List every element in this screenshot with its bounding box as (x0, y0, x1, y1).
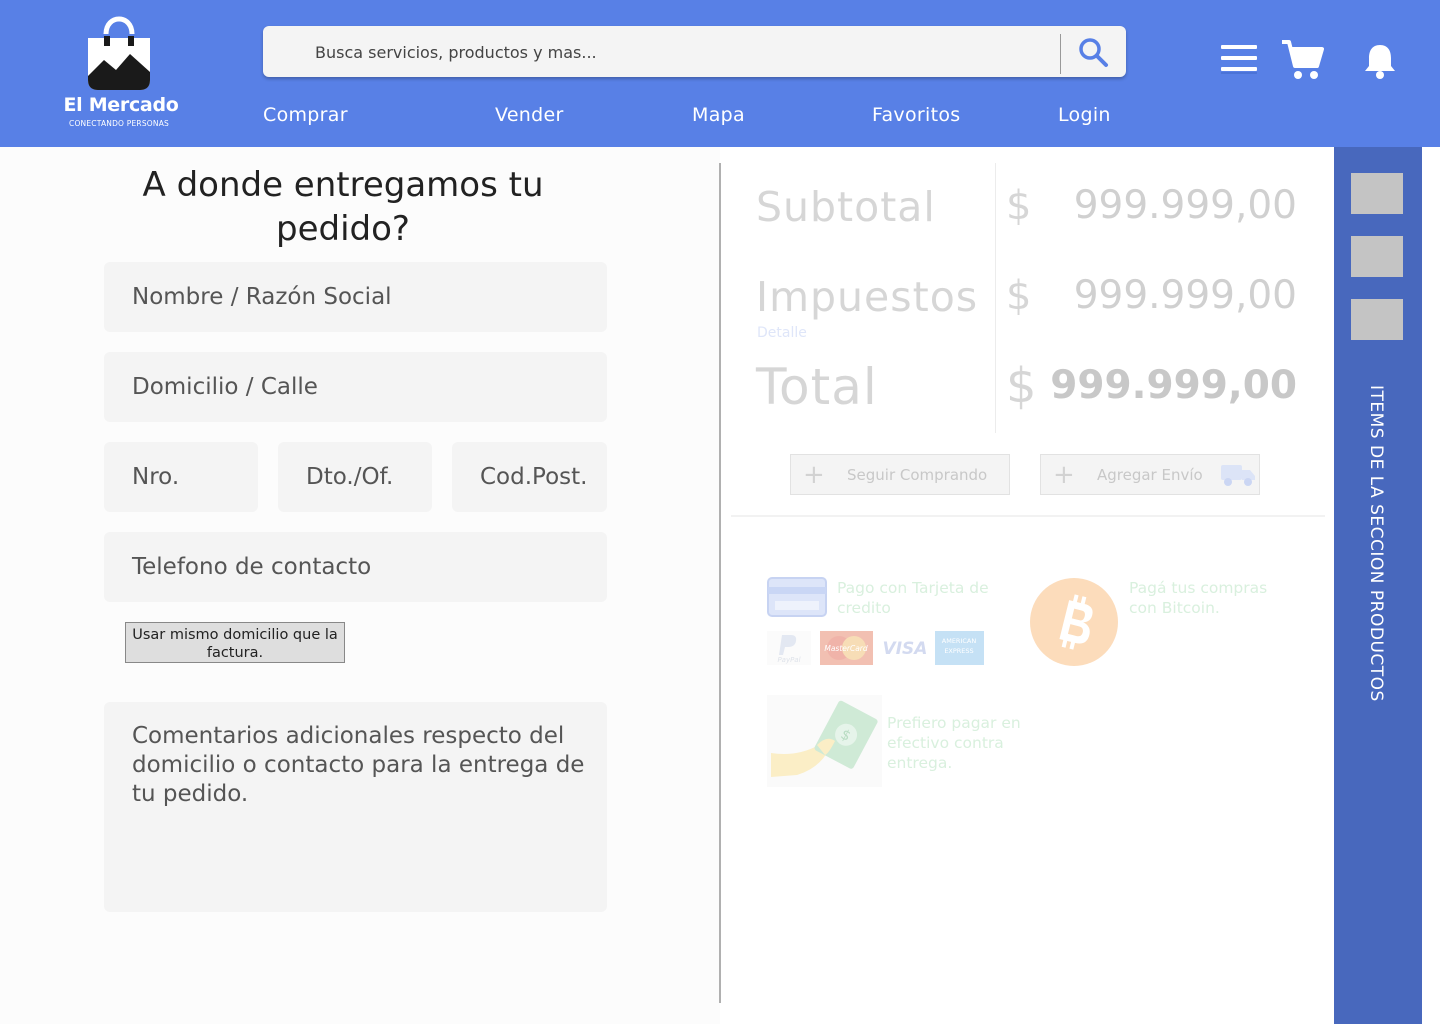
total-currency: $ (1006, 358, 1037, 414)
add-shipping-button[interactable]: + Agregar Envío (1040, 454, 1260, 495)
nav-favoritos[interactable]: Favoritos (872, 104, 960, 126)
continue-shopping-label: Seguir Comprando (847, 465, 988, 484)
search-input[interactable] (313, 26, 1057, 79)
search-button[interactable] (1068, 32, 1118, 72)
nav-mapa[interactable]: Mapa (692, 104, 745, 126)
cash-payment-text[interactable]: Prefiero pagar en efectivo contra entreg… (887, 713, 1037, 773)
phone-field[interactable]: Telefono de contacto (104, 532, 607, 602)
sidebar-item-2[interactable] (1351, 236, 1403, 277)
paypal-icon: PayPal (767, 631, 811, 665)
name-field[interactable]: Nombre / Razón Social (104, 262, 607, 332)
nav-vender[interactable]: Vender (495, 104, 564, 126)
cash-hand-icon[interactable]: $ (767, 695, 882, 787)
bitcoin-icon[interactable] (1030, 578, 1118, 666)
search-divider (1060, 34, 1061, 74)
sidebar-item-3[interactable] (1351, 299, 1403, 340)
summary-separator (731, 515, 1325, 517)
bitcoin-payment-text[interactable]: Pagá tus compras con Bitcoin. (1129, 578, 1299, 618)
apartment-field[interactable]: Dto./Of. (278, 442, 432, 512)
tax-label: Impuestos (756, 273, 979, 321)
svg-text:VISA: VISA (883, 639, 928, 659)
zip-code-field[interactable]: Cod.Post. (452, 442, 607, 512)
search-icon (1079, 38, 1108, 67)
tax-detail-link[interactable]: Detalle (757, 325, 807, 341)
subtotal-value: 999.999,00 (1073, 183, 1297, 228)
top-header: El Mercado CONECTANDO PERSONAS Comprar V… (0, 0, 1440, 147)
svg-text:PayPal: PayPal (777, 656, 800, 664)
truck-icon (1221, 465, 1255, 486)
mastercard-icon: MasterCard (820, 631, 873, 665)
sidebar-item-1[interactable] (1351, 173, 1403, 214)
comments-textarea[interactable]: Comentarios adicionales respecto del dom… (104, 702, 607, 912)
page-title: A donde entregamos tu pedido? (142, 165, 544, 249)
shopping-bag-logo-icon (88, 16, 150, 90)
page-edge (1422, 147, 1440, 1024)
plus-icon: + (803, 459, 825, 490)
subtotal-label: Subtotal (756, 183, 936, 231)
cart-icon[interactable] (1280, 38, 1324, 82)
sidebar-section-label: ITEMS DE LA SECCION PRODUCTOS (1366, 385, 1386, 702)
search-bar (263, 26, 1126, 79)
brand-logo[interactable]: El Mercado CONECTANDO PERSONAS (56, 10, 186, 130)
credit-card-icon[interactable] (767, 577, 827, 617)
summary-divider (995, 163, 996, 433)
subtotal-currency: $ (1006, 183, 1032, 229)
tax-currency: $ (1006, 273, 1032, 319)
visa-icon: VISA (880, 631, 930, 665)
card-payment-text[interactable]: Pago con Tarjeta de credito (837, 578, 1012, 618)
nav-comprar[interactable]: Comprar (263, 104, 348, 126)
plus-icon: + (1053, 459, 1075, 490)
continue-shopping-button[interactable]: + Seguir Comprando (790, 454, 1010, 495)
total-label: Total (756, 358, 878, 416)
number-field[interactable]: Nro. (104, 442, 258, 512)
same-address-button[interactable]: Usar mismo domicilio que la factura. (125, 622, 345, 663)
brand-tagline: CONECTANDO PERSONAS (69, 119, 169, 128)
total-value: 999.999,00 (1050, 363, 1297, 408)
amex-icon: AMERICAN EXPRESS (935, 631, 984, 665)
svg-text:MasterCard: MasterCard (824, 644, 868, 653)
bell-icon[interactable] (1362, 42, 1398, 80)
menu-icon[interactable] (1221, 44, 1257, 74)
street-field[interactable]: Domicilio / Calle (104, 352, 607, 422)
svg-text:EXPRESS: EXPRESS (944, 647, 973, 655)
card-brands-logos: PayPal MasterCard VISA AMERICAN EXPRESS (767, 631, 984, 665)
tax-value: 999.999,00 (1073, 273, 1297, 318)
add-shipping-label: Agregar Envío (1097, 465, 1203, 484)
svg-text:AMERICAN: AMERICAN (942, 637, 977, 645)
brand-name: El Mercado (63, 94, 179, 116)
nav-login[interactable]: Login (1058, 104, 1111, 126)
